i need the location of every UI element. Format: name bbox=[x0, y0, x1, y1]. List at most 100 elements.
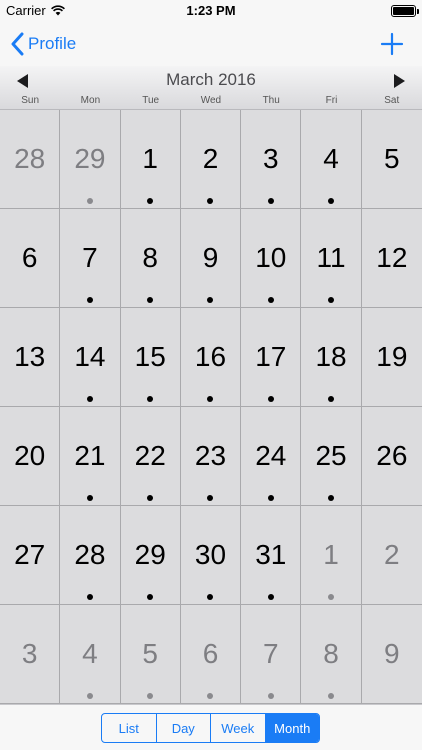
day-number: 5 bbox=[142, 638, 158, 669]
day-cell[interactable]: 4 bbox=[60, 605, 121, 704]
nav-bar: Profile bbox=[0, 22, 422, 66]
day-number: 22 bbox=[134, 440, 166, 471]
day-cell[interactable]: 23 bbox=[180, 407, 242, 506]
event-dot-icon bbox=[86, 396, 93, 402]
event-dot-icon bbox=[328, 396, 335, 402]
weekday-label: Sun bbox=[21, 95, 40, 106]
day-number: 2 bbox=[384, 539, 400, 570]
weekday-label: Fri bbox=[325, 95, 338, 106]
day-cell[interactable]: 21 bbox=[60, 407, 121, 506]
day-cell[interactable]: 24 bbox=[241, 407, 302, 506]
day-cell[interactable]: 11 bbox=[301, 209, 362, 308]
event-dot-icon bbox=[86, 693, 93, 699]
back-button[interactable]: Profile bbox=[10, 31, 76, 57]
weekday-label: Tue bbox=[142, 95, 160, 106]
event-dot-icon bbox=[328, 198, 335, 204]
event-dot-icon bbox=[147, 396, 154, 402]
event-dot-icon bbox=[328, 495, 335, 501]
weekday-label: Thu bbox=[262, 95, 280, 106]
day-cell[interactable]: 29 bbox=[60, 110, 121, 209]
day-number: 24 bbox=[255, 440, 287, 471]
view-option-day[interactable]: Day bbox=[157, 714, 211, 742]
day-cell[interactable]: 19 bbox=[361, 308, 422, 407]
day-cell[interactable]: 31 bbox=[241, 506, 302, 605]
month-header: March 2016 Sun Mon Tue Wed Thu Fri Sat bbox=[0, 66, 422, 110]
day-cell[interactable]: 18 bbox=[301, 308, 362, 407]
calendar-grid: 28 29 1 2 3 4 5 6 7 8 9 10 11 12 13 14 15 16 17 18 19 20 21 22 2… bbox=[0, 110, 422, 704]
day-cell[interactable]: 6 bbox=[0, 209, 61, 308]
day-cell[interactable]: 8 bbox=[120, 209, 181, 308]
event-dot-icon bbox=[86, 495, 93, 501]
day-cell[interactable]: 20 bbox=[0, 407, 61, 506]
event-dot-icon bbox=[267, 495, 274, 501]
day-cell[interactable]: 2 bbox=[361, 506, 422, 605]
next-month-icon[interactable] bbox=[391, 73, 407, 89]
day-number: 11 bbox=[316, 242, 346, 273]
day-cell[interactable]: 30 bbox=[180, 506, 242, 605]
day-cell[interactable]: 15 bbox=[120, 308, 181, 407]
view-option-month[interactable]: Month bbox=[265, 714, 319, 742]
day-cell[interactable]: 28 bbox=[0, 110, 61, 209]
day-cell[interactable]: 29 bbox=[120, 506, 181, 605]
event-dot-icon bbox=[207, 693, 214, 699]
day-number: 18 bbox=[315, 341, 347, 372]
day-number: 29 bbox=[134, 539, 166, 570]
event-dot-icon bbox=[328, 693, 335, 699]
event-dot-icon bbox=[328, 594, 335, 600]
plus-icon[interactable] bbox=[380, 32, 404, 56]
day-cell[interactable]: 9 bbox=[361, 605, 422, 704]
day-cell[interactable]: 6 bbox=[180, 605, 242, 704]
day-cell[interactable]: 17 bbox=[241, 308, 302, 407]
day-cell[interactable]: 16 bbox=[180, 308, 242, 407]
day-cell[interactable]: 9 bbox=[180, 209, 242, 308]
day-cell[interactable]: 28 bbox=[60, 506, 121, 605]
day-number: 30 bbox=[194, 539, 227, 570]
battery-icon bbox=[391, 5, 419, 17]
event-dot-icon bbox=[147, 495, 154, 501]
day-number: 15 bbox=[134, 341, 166, 372]
day-cell[interactable]: 27 bbox=[0, 506, 61, 605]
day-number: 29 bbox=[74, 143, 106, 174]
day-number: 27 bbox=[14, 539, 46, 570]
event-dot-icon bbox=[147, 297, 154, 303]
event-dot-icon bbox=[86, 594, 93, 600]
event-dot-icon bbox=[207, 198, 214, 204]
day-cell[interactable]: 4 bbox=[301, 110, 362, 209]
day-number: 31 bbox=[255, 539, 287, 570]
day-number: 7 bbox=[82, 242, 98, 273]
day-cell[interactable]: 7 bbox=[241, 605, 302, 704]
day-cell[interactable]: 14 bbox=[60, 308, 121, 407]
event-dot-icon bbox=[207, 594, 214, 600]
day-cell[interactable]: 7 bbox=[60, 209, 121, 308]
day-number: 4 bbox=[82, 638, 98, 669]
month-title: March 2016 bbox=[166, 70, 256, 89]
day-cell[interactable]: 3 bbox=[241, 110, 302, 209]
view-option-week[interactable]: Week bbox=[211, 714, 266, 742]
day-number: 28 bbox=[14, 143, 46, 174]
day-cell[interactable]: 5 bbox=[361, 110, 422, 209]
day-cell[interactable]: 22 bbox=[120, 407, 181, 506]
day-cell[interactable]: 1 bbox=[301, 506, 362, 605]
event-dot-icon bbox=[207, 495, 214, 501]
chevron-left-icon bbox=[11, 32, 24, 56]
status-time: 1:23 PM bbox=[186, 3, 236, 18]
event-dot-icon bbox=[267, 198, 274, 204]
view-option-list[interactable]: List bbox=[102, 714, 157, 742]
day-number: 8 bbox=[323, 638, 339, 669]
day-number: 9 bbox=[202, 242, 219, 273]
day-number: 26 bbox=[376, 440, 408, 471]
day-cell[interactable]: 10 bbox=[241, 209, 302, 308]
day-cell[interactable]: 26 bbox=[361, 407, 422, 506]
day-number: 1 bbox=[142, 143, 158, 174]
day-cell[interactable]: 12 bbox=[361, 209, 422, 308]
weekday-label: Wed bbox=[200, 95, 222, 106]
day-number: 28 bbox=[74, 539, 106, 570]
day-number: 20 bbox=[14, 440, 46, 471]
day-cell[interactable]: 13 bbox=[0, 308, 61, 407]
day-cell[interactable]: 3 bbox=[0, 605, 61, 704]
day-cell[interactable]: 8 bbox=[301, 605, 362, 704]
day-cell[interactable]: 2 bbox=[180, 110, 242, 209]
day-cell[interactable]: 25 bbox=[301, 407, 362, 506]
day-cell[interactable]: 1 bbox=[120, 110, 181, 209]
day-cell[interactable]: 5 bbox=[120, 605, 181, 704]
